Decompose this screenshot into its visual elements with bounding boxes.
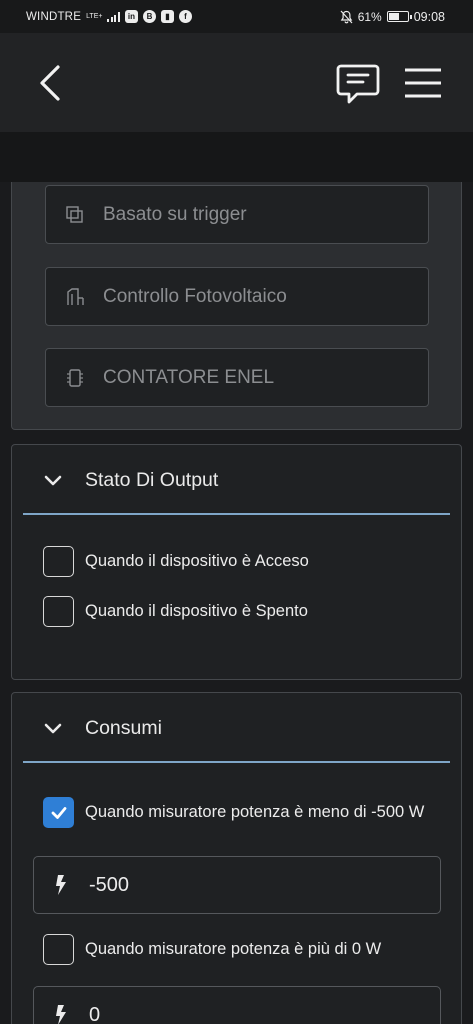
layers-icon — [66, 205, 83, 223]
checkbox-row[interactable]: Quando misuratore potenza è più di 0 W — [43, 934, 381, 965]
checkbox-row[interactable]: Quando il dispositivo è Spento — [43, 596, 308, 627]
chevron-down-icon — [44, 723, 62, 734]
chat-button[interactable] — [335, 61, 381, 107]
chip-icon — [67, 368, 83, 387]
chevron-down-icon — [44, 475, 62, 486]
lightning-icon — [56, 875, 66, 895]
card-title: Consumi — [85, 716, 162, 739]
item-label: CONTATORE ENEL — [103, 366, 275, 388]
checkbox-checked[interactable] — [43, 797, 74, 828]
chat-bubble-icon — [336, 64, 380, 104]
enel-meter-button[interactable]: CONTATORE ENEL — [45, 348, 429, 407]
consumption-header[interactable]: Consumi — [12, 693, 461, 763]
checkmark-icon — [51, 806, 66, 819]
checkbox[interactable] — [43, 546, 74, 577]
hamburger-menu-icon — [405, 68, 441, 98]
card-divider — [23, 761, 450, 763]
battery-icon — [386, 11, 412, 22]
battery-percent: 61% — [357, 9, 382, 24]
carrier-label: WINDTRE — [26, 10, 82, 23]
status-bar: WINDTRE LTE+ in B ▮ f 61% 09:08 — [0, 0, 473, 33]
checkbox-row[interactable]: Quando misuratore potenza è meno di -500… — [43, 797, 445, 828]
card-divider — [23, 513, 450, 515]
header-shadow — [0, 132, 473, 182]
inv-app-icon: in — [124, 10, 138, 23]
trigger-based-button[interactable]: Basato su trigger — [45, 185, 429, 244]
checkbox-row[interactable]: Quando il dispositivo è Acceso — [43, 546, 309, 577]
clock: 09:08 — [413, 9, 445, 24]
threshold-input[interactable]: 0 — [33, 986, 441, 1024]
lightning-icon — [56, 1005, 66, 1024]
threshold-value: -500 — [89, 873, 130, 896]
chevron-left-icon — [40, 65, 60, 101]
solar-panel-icon — [67, 287, 84, 305]
threshold-value: 0 — [89, 1003, 101, 1024]
status-left: WINDTRE LTE+ in B ▮ f — [26, 10, 192, 23]
network-type: LTE+ — [86, 13, 103, 20]
checkbox[interactable] — [43, 934, 74, 965]
checkbox-label: Quando misuratore potenza è meno di -500… — [85, 803, 425, 821]
output-state-card: Stato Di Output Quando il dispositivo è … — [11, 444, 462, 680]
signal-icon — [107, 11, 120, 22]
card-title: Stato Di Output — [85, 468, 219, 491]
battery-fill — [388, 13, 399, 20]
checkbox-label: Quando misuratore potenza è più di 0 W — [85, 940, 382, 958]
back-button[interactable] — [36, 61, 68, 105]
status-right: 61% 09:08 — [340, 10, 445, 24]
scenario-type-card: Basato su trigger Controllo Fotovoltaico… — [11, 182, 462, 430]
facebook-icon: f — [178, 10, 192, 23]
threshold-input[interactable]: -500 — [33, 856, 441, 914]
mute-bell-icon — [340, 10, 353, 23]
item-label: Controllo Fotovoltaico — [103, 285, 287, 307]
consumption-card: Consumi Quando misuratore potenza è meno… — [11, 692, 462, 1024]
checkbox-label: Quando il dispositivo è Acceso — [85, 552, 309, 570]
twitch-icon: ▮ — [160, 10, 174, 23]
checkbox[interactable] — [43, 596, 74, 627]
b-app-icon: B — [142, 10, 156, 23]
checkbox-label: Quando il dispositivo è Spento — [85, 602, 308, 620]
app-header — [0, 33, 473, 132]
photovoltaic-control-button[interactable]: Controllo Fotovoltaico — [45, 267, 429, 326]
output-state-header[interactable]: Stato Di Output — [12, 445, 461, 515]
menu-button[interactable] — [403, 65, 443, 101]
item-label: Basato su trigger — [103, 203, 247, 225]
